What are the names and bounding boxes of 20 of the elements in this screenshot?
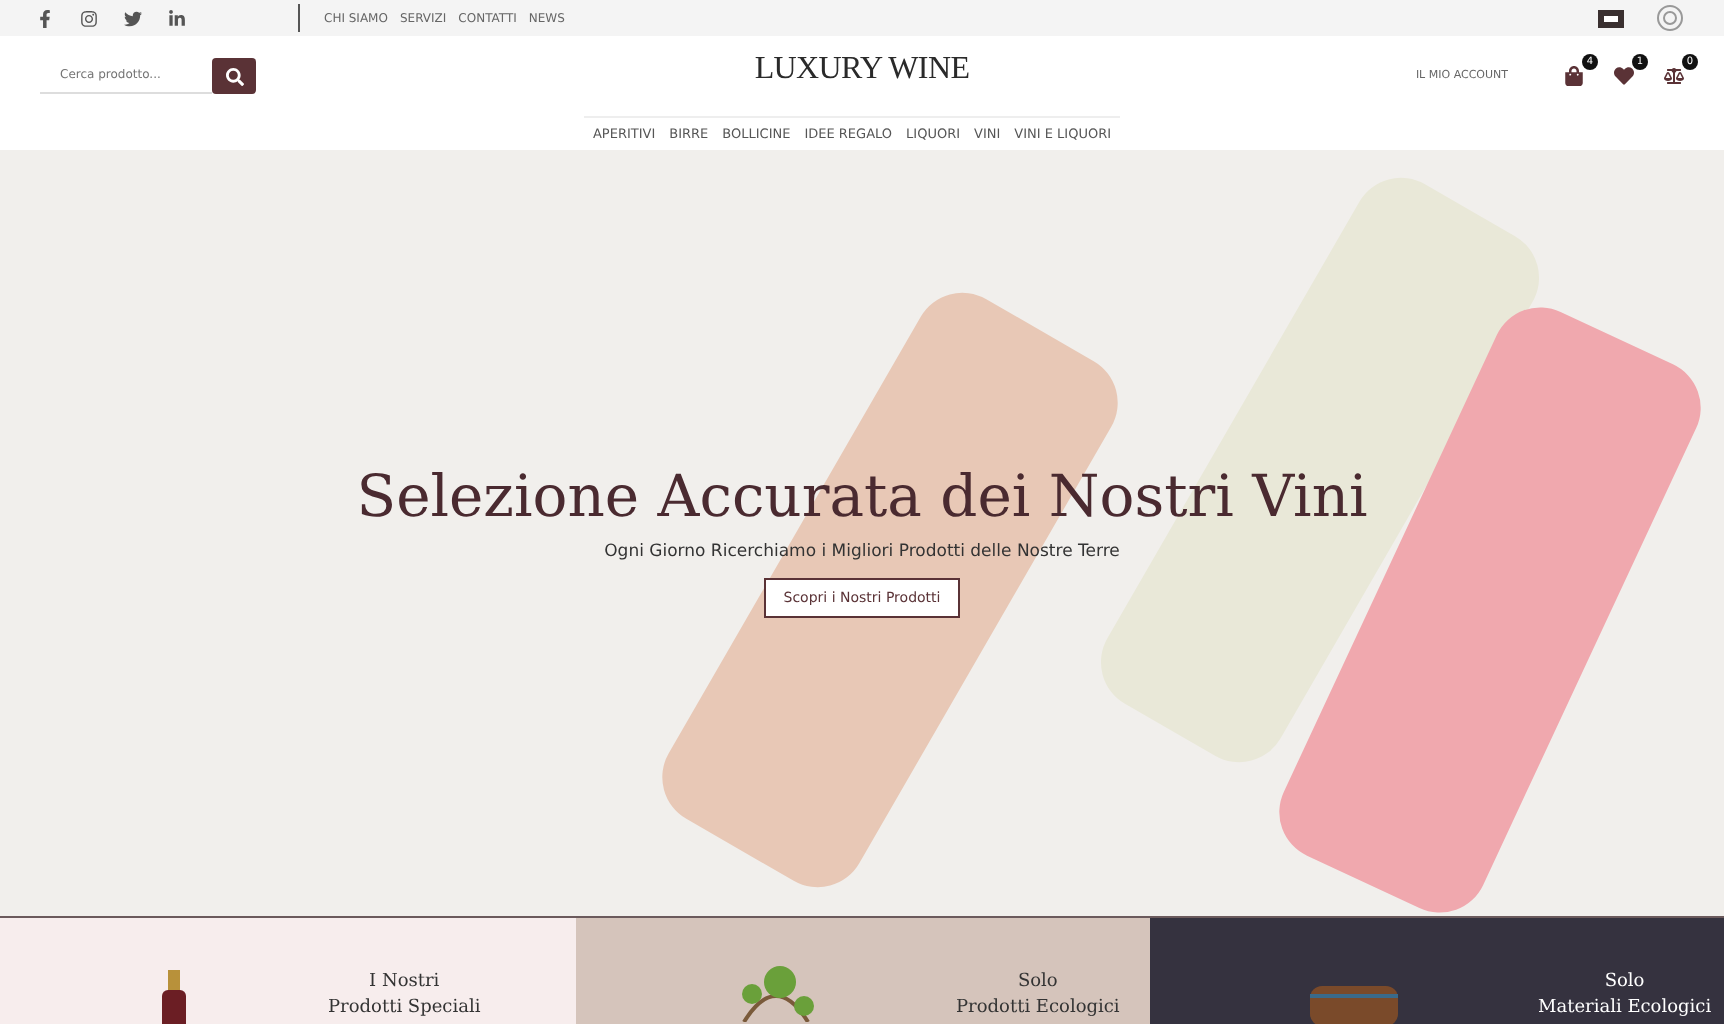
flag-icon[interactable] [1598,9,1624,27]
barrel-icon [1310,986,1398,1024]
hero-title: Selezione Accurata dei Nostri Vini [356,461,1368,529]
heart-icon[interactable] [1614,66,1634,86]
logo[interactable]: LUXURY WINE [754,52,970,88]
twitter-icon[interactable] [124,9,142,27]
vine-leaves-icon [736,962,816,1022]
instagram-icon[interactable] [80,9,98,27]
search-icon [225,67,243,85]
feature-text: Solo Materiali Ecologici [1538,970,1712,1022]
ornament-icon[interactable] [1656,4,1684,32]
linkedin-icon[interactable] [168,9,186,27]
scale-icon[interactable] [1664,66,1684,86]
hero-subtitle: Ogni Giorno Ricerchiamo i Migliori Prodotti delle Nostre Terre [604,541,1120,561]
wine-bottle-icon [160,970,188,1024]
shopping-bag-icon[interactable] [1564,66,1584,86]
search-button[interactable] [212,58,256,94]
feature-text: Solo Prodotti Ecologici [956,970,1120,1022]
feature-text: I Nostri Prodotti Speciali [328,970,481,1022]
facebook-icon[interactable] [36,9,54,27]
